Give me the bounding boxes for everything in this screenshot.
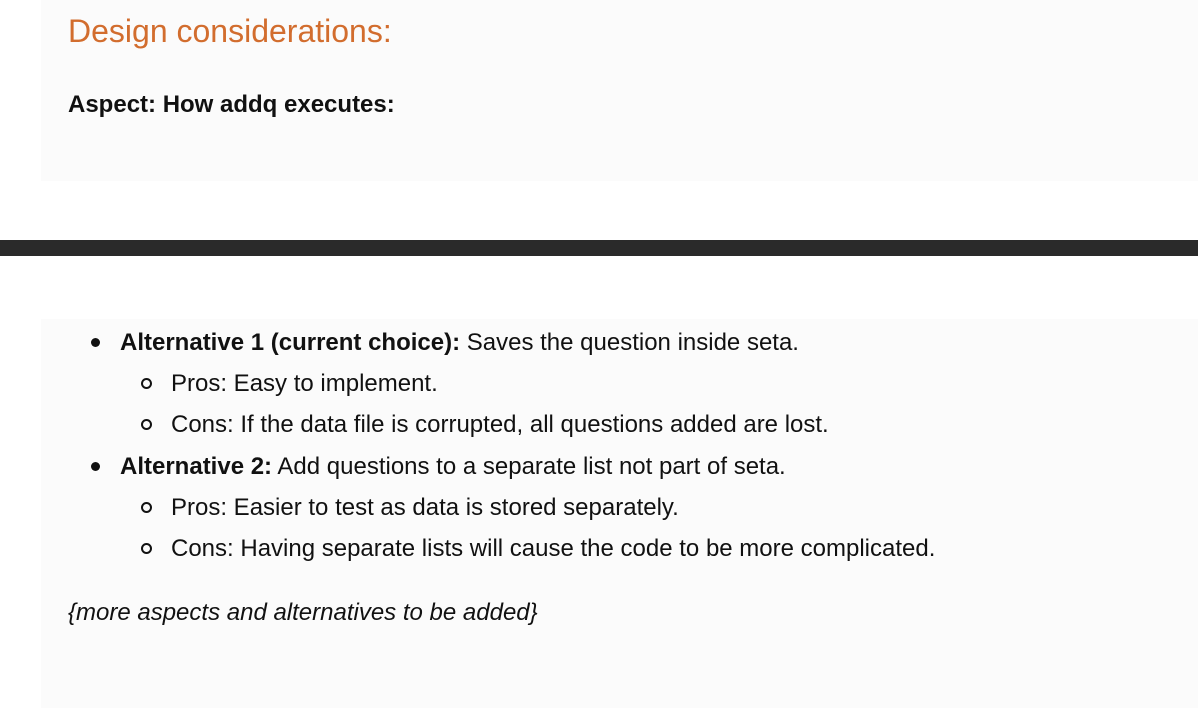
bullet-icon [91, 461, 100, 471]
alternative-2-description: Add questions to a separate list not par… [272, 452, 786, 480]
alternative-1-item: Alternative 1 (current choice): Saves th… [91, 322, 935, 446]
alternative-1-title: Alternative 1 (current choice): [120, 329, 461, 356]
alternatives-list: Alternative 1 (current choice): Saves th… [91, 322, 935, 570]
alternative-1-pros-text: Pros: Easy to implement. [171, 370, 438, 398]
alternative-2-title: Alternative 2: [120, 452, 273, 480]
circle-bullet-icon [141, 419, 152, 431]
circle-bullet-icon [141, 501, 152, 513]
alternative-2-pros-text: Pros: Easier to test as data is stored s… [171, 493, 679, 521]
alternative-1-cons: Cons: If the data file is corrupted, all… [120, 404, 935, 445]
circle-bullet-icon [141, 378, 152, 390]
circle-bullet-icon [141, 543, 152, 555]
alternative-2-item: Alternative 2: Add questions to a separa… [91, 446, 935, 570]
alternative-2-details: Pros: Easier to test as data is stored s… [120, 487, 935, 569]
aspect-heading: Aspect: How addq executes: [68, 91, 395, 118]
alternative-2-cons-text: Cons: Having separate lists will cause t… [171, 535, 936, 563]
alternative-1-details: Pros: Easy to implement. Cons: If the da… [120, 363, 935, 445]
alternative-1-cons-text: Cons: If the data file is corrupted, all… [171, 411, 829, 439]
alternative-2-cons: Cons: Having separate lists will cause t… [120, 528, 935, 569]
section-divider [0, 240, 1198, 256]
future-aspects-note: {more aspects and alternatives to be add… [68, 599, 538, 626]
alternative-2-pros: Pros: Easier to test as data is stored s… [120, 487, 935, 528]
design-considerations-heading: Design considerations: [68, 13, 392, 49]
bullet-icon [91, 338, 100, 347]
alternative-1-description: Saves the question inside seta. [460, 329, 799, 356]
alternative-1-pros: Pros: Easy to implement. [120, 363, 935, 404]
